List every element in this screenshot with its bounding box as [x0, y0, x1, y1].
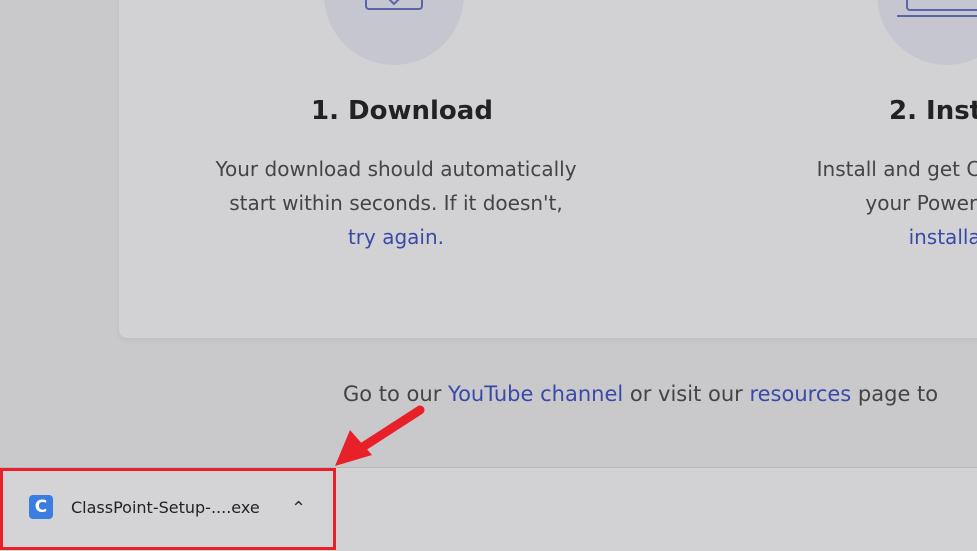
step-1-line-2: start within seconds. If it doesn't, [229, 191, 563, 215]
step-1-description: Your download should automatically start… [161, 152, 631, 254]
step-2-title: 2. Insta [889, 96, 977, 126]
step-2-line-1: Install and get Class [816, 157, 977, 181]
download-item[interactable]: C ClassPoint-Setup-....exe ⌃ [0, 468, 336, 550]
help-footer-text: Go to our YouTube channel or visit our r… [343, 382, 939, 406]
chevron-up-icon[interactable]: ⌃ [291, 498, 306, 519]
download-filename[interactable]: ClassPoint-Setup-....exe [71, 498, 260, 517]
try-again-link[interactable]: try again. [348, 225, 444, 249]
youtube-channel-link[interactable]: YouTube channel [448, 382, 623, 406]
download-icon [365, 0, 423, 10]
step-2-description: Install and get Class your PowerPoin ins… [719, 152, 977, 254]
step-1-title: 1. Download [311, 96, 493, 126]
laptop-icon [897, 0, 977, 17]
install-step-icon [877, 0, 977, 65]
installation-link[interactable]: installation [909, 225, 977, 249]
resources-link[interactable]: resources [749, 382, 851, 406]
download-step-icon [324, 0, 464, 65]
classpoint-app-icon: C [29, 495, 53, 519]
step-1-line-1: Your download should automatically [215, 157, 577, 181]
step-2-line-2: your PowerPoin [865, 191, 977, 215]
download-steps-card: 1. Download Your download should automat… [119, 0, 977, 338]
